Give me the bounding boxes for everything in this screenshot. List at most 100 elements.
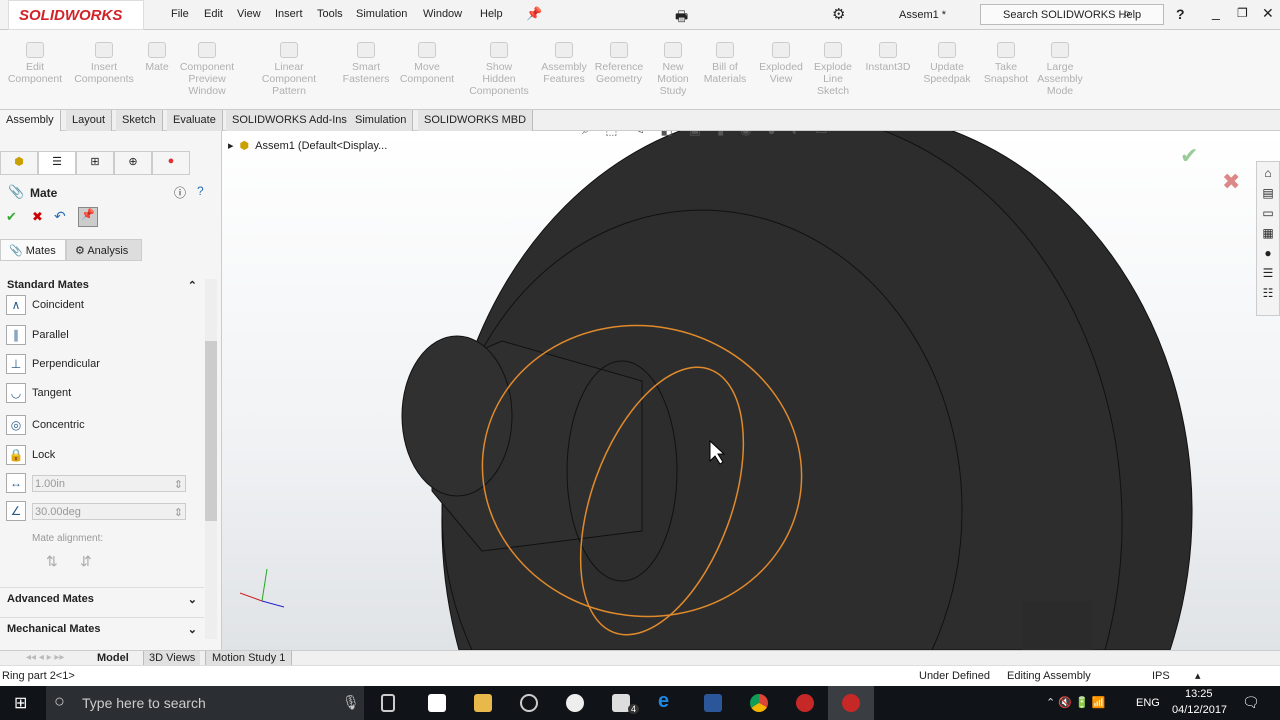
- units-arrow-icon[interactable]: ▴: [1195, 669, 1201, 682]
- mate-tangent[interactable]: ◡ Tangent: [6, 382, 71, 404]
- tab-scroll-arrows[interactable]: ◂◂ ◂ ▸ ▸▸: [26, 652, 64, 663]
- home-icon[interactable]: ⌂: [1264, 166, 1271, 180]
- mate-concentric[interactable]: ◎ Concentric: [6, 414, 85, 436]
- graphics-viewport[interactable]: ▸⬢Assem1 (Default<Display... ⌕⬚✎◧▣▮◉●◐▭ …: [222, 131, 1280, 650]
- menu-simulation[interactable]: Simulation: [356, 8, 407, 20]
- spinner-icon[interactable]: ⇕: [174, 506, 183, 519]
- menu-help[interactable]: Help: [480, 8, 503, 20]
- options-gear-icon[interactable]: ⚙: [832, 5, 845, 23]
- help-icon[interactable]: ?: [197, 184, 204, 198]
- model-view[interactable]: [222, 131, 1280, 650]
- appearances-icon[interactable]: ●: [1264, 246, 1271, 260]
- zoom-to-fit-icon[interactable]: ⌕: [582, 131, 589, 138]
- keep-visible-pin-button[interactable]: 📌: [78, 207, 98, 227]
- anti-aligned-button[interactable]: ⇵: [80, 553, 92, 570]
- clock-time[interactable]: 13:25: [1185, 688, 1213, 700]
- forum-icon[interactable]: ☷: [1263, 286, 1274, 300]
- language-indicator[interactable]: ENG: [1136, 697, 1160, 709]
- minimize-button[interactable]: _: [1212, 4, 1220, 20]
- menu-insert[interactable]: Insert: [275, 8, 303, 20]
- taskbar-search[interactable]: ○ Type here to search 🎙: [46, 686, 364, 720]
- previous-view-icon[interactable]: ✎: [634, 131, 645, 138]
- tab-3d-views[interactable]: 3D Views: [143, 651, 201, 665]
- restore-button[interactable]: ❐: [1237, 6, 1248, 20]
- units-selector[interactable]: IPS: [1152, 670, 1170, 682]
- tab-solidworks-mbd[interactable]: SOLIDWORKS MBD: [418, 110, 534, 131]
- solidworks-2017-icon[interactable]: [796, 694, 814, 712]
- help-search-input[interactable]: Search SOLIDWORKS Help ⌕: [980, 4, 1164, 25]
- word-icon[interactable]: [704, 694, 722, 712]
- design-library-icon[interactable]: ▤: [1262, 186, 1273, 200]
- display-manager-tab[interactable]: ●: [152, 151, 190, 175]
- scrollbar-thumb[interactable]: [205, 341, 217, 521]
- menu-edit[interactable]: Edit: [204, 8, 223, 20]
- display-style-icon[interactable]: ▮: [717, 131, 724, 138]
- tab-evaluate[interactable]: Evaluate: [167, 110, 223, 131]
- windows-start-icon[interactable]: ⊞: [14, 693, 27, 713]
- store-icon[interactable]: [428, 694, 446, 712]
- command-linear-component-pattern[interactable]: Linear Component Pattern: [249, 42, 329, 97]
- section-view-icon[interactable]: ◧: [660, 131, 672, 138]
- menu-tools[interactable]: Tools: [317, 8, 343, 20]
- property-manager-tab[interactable]: ☰: [38, 151, 76, 175]
- clock-date[interactable]: 04/12/2017: [1172, 704, 1227, 716]
- mechanical-mates-header[interactable]: Mechanical Mates ⌄: [0, 617, 204, 639]
- menu-view[interactable]: View: [237, 8, 261, 20]
- tab-assembly[interactable]: Assembly: [0, 110, 61, 131]
- active-solidworks-task[interactable]: [828, 686, 874, 720]
- distance-input[interactable]: 1.00in ⇕: [32, 474, 186, 492]
- tab-motion-study[interactable]: Motion Study 1: [205, 651, 293, 665]
- confirm-corner-check-icon[interactable]: ✔: [1180, 143, 1198, 169]
- file-explorer-icon[interactable]: ▭: [1262, 206, 1273, 220]
- custom-properties-icon[interactable]: ☰: [1263, 266, 1274, 280]
- print-icon[interactable]: 🖶: [675, 6, 688, 30]
- appearance-icon[interactable]: ●: [768, 131, 776, 138]
- edge-icon[interactable]: e: [658, 690, 676, 712]
- command-large-assembly[interactable]: Large Assembly Mode: [1020, 42, 1100, 97]
- help-button[interactable]: ?: [1176, 6, 1185, 22]
- aligned-button[interactable]: ⇅: [46, 553, 58, 570]
- view-orientation-icon[interactable]: ▣: [689, 131, 701, 138]
- panel-scrollbar[interactable]: [205, 279, 217, 639]
- solidworks-logo[interactable]: SOLIDWORKS: [8, 0, 144, 30]
- menu-window[interactable]: Window: [423, 8, 462, 20]
- menu-file[interactable]: File: [171, 8, 189, 20]
- chrome-icon[interactable]: [750, 694, 768, 712]
- feature-tree-tab[interactable]: ⬢: [0, 151, 38, 175]
- confirm-corner-cancel-icon[interactable]: ✖: [1222, 169, 1240, 195]
- tab-simulation[interactable]: Simulation: [349, 110, 414, 131]
- subtab-mates[interactable]: 📎 Mates: [0, 239, 66, 261]
- subtab-analysis[interactable]: ⚙ Analysis: [66, 239, 142, 261]
- mate-parallel[interactable]: ∥ Parallel: [6, 324, 69, 346]
- whats-new-help-icon[interactable]: ⓘ: [174, 184, 186, 201]
- advanced-mates-header[interactable]: Advanced Mates ⌄: [0, 587, 204, 609]
- mate-coincident[interactable]: ∧ Coincident: [6, 294, 84, 316]
- hide-show-icon[interactable]: ◉: [740, 131, 751, 138]
- dimxpert-tab[interactable]: ⊕: [114, 151, 152, 175]
- feature-tree-flyout[interactable]: ▸ ⬢ Assem1 (Default<Display...: [228, 139, 387, 153]
- view-settings-icon[interactable]: ▭: [815, 131, 827, 138]
- spinner-icon[interactable]: ⇕: [174, 478, 183, 491]
- tree-root-label[interactable]: Assem1 (Default<Display...: [255, 140, 387, 152]
- command-component-preview[interactable]: Component Preview Window: [167, 42, 247, 97]
- zoom-area-icon[interactable]: ⬚: [605, 131, 617, 138]
- angle-input[interactable]: 30.00deg ⇕: [32, 502, 186, 520]
- pin-icon[interactable]: 📌: [526, 6, 542, 22]
- action-center-icon[interactable]: 🗨: [1242, 694, 1260, 711]
- configuration-tab[interactable]: ⊞: [76, 151, 114, 175]
- tab-sketch[interactable]: Sketch: [116, 110, 163, 131]
- tab-layout[interactable]: Layout: [66, 110, 113, 131]
- cancel-button[interactable]: ✖: [32, 209, 43, 225]
- search-icon[interactable]: ⌕: [1123, 5, 1131, 22]
- expand-arrow-icon[interactable]: ▸: [228, 139, 234, 152]
- mate-lock[interactable]: 🔒 Lock: [6, 444, 55, 466]
- command-move-component[interactable]: Move Component: [387, 42, 467, 85]
- tab-model[interactable]: Model: [92, 651, 134, 665]
- tab-solidworks-add-ins[interactable]: SOLIDWORKS Add-Ins: [226, 110, 354, 131]
- close-button[interactable]: ✕: [1262, 5, 1274, 22]
- undo-button[interactable]: ↶: [54, 208, 66, 225]
- mate-perpendicular[interactable]: ⊥ Perpendicular: [6, 353, 100, 375]
- scene-icon[interactable]: ◐: [791, 131, 799, 138]
- xbox-icon[interactable]: [566, 694, 584, 712]
- system-tray-icons[interactable]: ⌃ 🔇 🔋 📶: [1046, 696, 1105, 709]
